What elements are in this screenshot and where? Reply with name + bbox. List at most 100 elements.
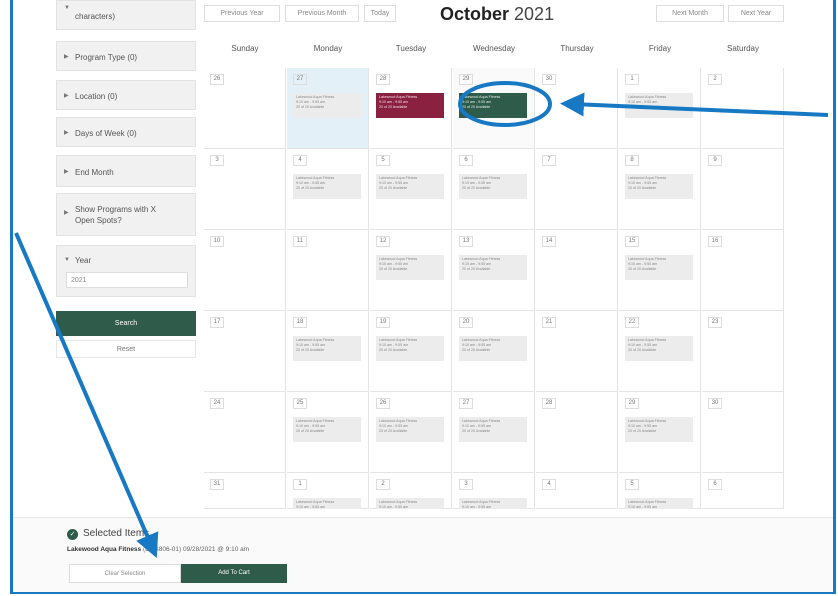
filter-year[interactable]: ▼ Year 2021	[56, 245, 196, 297]
event-avail: 20 of 20 Available	[379, 348, 408, 352]
reset-button[interactable]: Reset	[56, 340, 196, 358]
next-year-button[interactable]: Next Year	[728, 5, 784, 22]
calendar-day-cell[interactable]: 10	[204, 230, 286, 311]
calendar-day-cell[interactable]: 27 Lakewood Aqua Fitness 9:10 am - 9:55 am…	[453, 392, 535, 473]
day-number: 29	[459, 74, 473, 85]
event-block[interactable]: Lakewood Aqua Fitness9:10 am - 9:55 am20…	[625, 93, 693, 118]
filter-program-type[interactable]: ▶ Program Type (0)	[56, 41, 196, 71]
event-block[interactable]: Lakewood Aqua Fitness9:10 am - 9:55 am20…	[376, 417, 444, 442]
search-button[interactable]: Search	[56, 311, 196, 336]
event-block[interactable]: Lakewood Aqua Fitness9:10 am - 9:55 am20…	[625, 336, 693, 361]
calendar-day-cell[interactable]: 28 Lakewood Aqua Fitness 9:10 am - 9:55 am…	[370, 68, 452, 149]
event-block[interactable]: Lakewood Aqua Fitness9:10 am - 9:55 am20…	[293, 417, 361, 442]
event-block[interactable]: Lakewood Aqua Fitness9:10 am - 9:55 am20…	[376, 93, 444, 118]
previous-month-button[interactable]: Previous Month	[285, 5, 359, 22]
event-block[interactable]: Lakewood Aqua Fitness9:10 am - 9:55 am20…	[376, 336, 444, 361]
calendar-day-cell[interactable]: 16	[702, 230, 784, 311]
year-input[interactable]: 2021	[66, 272, 188, 288]
day-number: 14	[542, 236, 556, 247]
event-block[interactable]: Lakewood Aqua Fitness9:10 am - 9:55 am20…	[376, 498, 444, 509]
filter-keyword[interactable]: ▼ characters)	[56, 0, 196, 30]
calendar-day-cell[interactable]: 24	[204, 392, 286, 473]
calendar-day-cell[interactable]: 15 Lakewood Aqua Fitness 9:10 am - 9:55 am…	[619, 230, 701, 311]
event-avail: 20 of 20 Available	[296, 186, 325, 190]
day-number: 30	[708, 398, 722, 409]
event-time: 9:10 am - 9:55 am	[462, 505, 492, 509]
filter-location[interactable]: ▶ Location (0)	[56, 80, 196, 110]
filter-days-of-week[interactable]: ▶ Days of Week (0)	[56, 117, 196, 147]
calendar-day-cell[interactable]: 5 Lakewood Aqua Fitness9:10 am - 9:55 am2…	[619, 473, 701, 509]
calendar-day-cell[interactable]: 17	[204, 311, 286, 392]
calendar-day-cell[interactable]: 1 Lakewood Aqua Fitness9:10 am - 9:55 am2…	[287, 473, 369, 509]
event-avail: 20 of 20 Available	[628, 186, 657, 190]
event-block[interactable]: Lakewood Aqua Fitness9:10 am - 9:55 am20…	[293, 336, 361, 361]
event-block[interactable]: Lakewood Aqua Fitness9:10 am - 9:55 am20…	[625, 417, 693, 442]
event-avail: 20 of 20 Available	[296, 429, 325, 433]
calendar-day-cell[interactable]: 8 Lakewood Aqua Fitness 9:10 am - 9:55 am 2…	[619, 149, 701, 230]
calendar-day-cell[interactable]: 22 Lakewood Aqua Fitness 9:10 am - 9:55 am…	[619, 311, 701, 392]
calendar-day-cell[interactable]: 18 Lakewood Aqua Fitness 9:10 am - 9:55 am…	[287, 311, 369, 392]
calendar-day-cell[interactable]: 7	[536, 149, 618, 230]
calendar-day-cell[interactable]: 29 Lakewood Aqua Fitness 9:10 am - 9:55 am…	[453, 68, 535, 149]
calendar-day-cell[interactable]: 26 Lakewood Aqua Fitness 9:10 am - 9:55 am…	[370, 392, 452, 473]
calendar-day-cell[interactable]: 23	[702, 311, 784, 392]
calendar-day-cell[interactable]: 19 Lakewood Aqua Fitness 9:10 am - 9:55 am…	[370, 311, 452, 392]
event-block[interactable]: Lakewood Aqua Fitness9:10 am - 9:55 am20…	[459, 93, 527, 118]
calendar-day-cell[interactable]: 25 Lakewood Aqua Fitness 9:10 am - 9:55 am…	[287, 392, 369, 473]
calendar-day-cell[interactable]: 21	[536, 311, 618, 392]
calendar-day-cell[interactable]: 30	[702, 392, 784, 473]
calendar-day-cell[interactable]: 29 Lakewood Aqua Fitness 9:10 am - 9:55 am…	[619, 392, 701, 473]
event-block[interactable]: Lakewood Aqua Fitness9:10 am - 9:55 am20…	[376, 174, 444, 199]
calendar-day-cell[interactable]: 11	[287, 230, 369, 311]
event-block[interactable]: Lakewood Aqua Fitness9:10 am - 9:55 am20…	[459, 498, 527, 509]
clear-selection-button[interactable]: Clear Selection	[69, 564, 181, 583]
calendar-day-cell[interactable]: 31	[204, 473, 286, 509]
day-number: 27	[459, 398, 473, 409]
calendar-day-cell[interactable]: 2 Lakewood Aqua Fitness9:10 am - 9:55 am2…	[370, 473, 452, 509]
previous-year-button[interactable]: Previous Year	[204, 5, 280, 22]
filter-label: Open Spots?	[75, 216, 122, 225]
event-block[interactable]: Lakewood Aqua Fitness9:10 am - 9:55 am20…	[625, 498, 693, 509]
today-button[interactable]: Today	[364, 5, 396, 22]
event-block[interactable]: Lakewood Aqua Fitness9:10 am - 9:55 am20…	[293, 174, 361, 199]
calendar-day-cell[interactable]: 4	[536, 473, 618, 509]
event-block[interactable]: Lakewood Aqua Fitness9:10 am - 9:55 am20…	[625, 174, 693, 199]
event-block[interactable]: Lakewood Aqua Fitness9:10 am - 9:55 am20…	[293, 498, 361, 509]
filter-label: Program Type (0)	[75, 53, 138, 62]
calendar-day-cell[interactable]: 27 Lakewood Aqua Fitness 9:10 am - 9:55 am…	[287, 68, 369, 149]
calendar-day-cell[interactable]: 20 Lakewood Aqua Fitness 9:10 am - 9:55 am…	[453, 311, 535, 392]
calendar-day-cell[interactable]: 6 Lakewood Aqua Fitness 9:10 am - 9:55 am 2…	[453, 149, 535, 230]
calendar-day-cell[interactable]: 6	[702, 473, 784, 509]
event-block[interactable]: Lakewood Aqua Fitness9:10 am - 9:55 am20…	[376, 255, 444, 280]
event-block[interactable]: Lakewood Aqua Fitness9:10 am - 9:55 am20…	[293, 93, 361, 118]
calendar-day-cell[interactable]: 3	[204, 149, 286, 230]
day-number: 15	[625, 236, 639, 247]
calendar-day-cell[interactable]: 3 Lakewood Aqua Fitness9:10 am - 9:55 am2…	[453, 473, 535, 509]
day-number: 1	[625, 74, 639, 85]
calendar-day-cell[interactable]: 26	[204, 68, 286, 149]
filter-open-spots[interactable]: ▶ Show Programs with X Open Spots?	[56, 193, 196, 236]
calendar-day-cell[interactable]: 4 Lakewood Aqua Fitness 9:10 am - 9:55 am 2…	[287, 149, 369, 230]
event-block[interactable]: Lakewood Aqua Fitness9:10 am - 9:55 am20…	[459, 174, 527, 199]
calendar-day-cell[interactable]: 9	[702, 149, 784, 230]
day-number: 17	[210, 317, 224, 328]
event-block[interactable]: Lakewood Aqua Fitness9:10 am - 9:55 am20…	[625, 255, 693, 280]
event-block[interactable]: Lakewood Aqua Fitness9:10 am - 9:55 am20…	[459, 255, 527, 280]
calendar-day-cell[interactable]: 30	[536, 68, 618, 149]
caret-icon: ▶	[64, 93, 69, 99]
calendar-day-cell[interactable]: 28	[536, 392, 618, 473]
event-avail: 20 of 20 Available	[462, 429, 491, 433]
calendar-day-cell[interactable]: 2	[702, 68, 784, 149]
calendar-day-cell[interactable]: 13 Lakewood Aqua Fitness 9:10 am - 9:55 am…	[453, 230, 535, 311]
filter-label: End Month	[75, 168, 114, 177]
next-month-button[interactable]: Next Month	[656, 5, 724, 22]
caret-icon: ▶	[64, 54, 69, 60]
calendar-day-cell[interactable]: 1 Lakewood Aqua Fitness9:10 am - 9:55 am2…	[619, 68, 701, 149]
event-block[interactable]: Lakewood Aqua Fitness9:10 am - 9:55 am20…	[459, 336, 527, 361]
calendar-day-cell[interactable]: 12 Lakewood Aqua Fitness 9:10 am - 9:55 am…	[370, 230, 452, 311]
calendar-day-cell[interactable]: 14	[536, 230, 618, 311]
add-to-cart-button[interactable]: Add To Cart	[181, 564, 287, 583]
event-block[interactable]: Lakewood Aqua Fitness9:10 am - 9:55 am20…	[459, 417, 527, 442]
filter-end-month[interactable]: ▶ End Month	[56, 155, 196, 187]
calendar-day-cell[interactable]: 5 Lakewood Aqua Fitness9:10 am - 9:55 am2…	[370, 149, 452, 230]
